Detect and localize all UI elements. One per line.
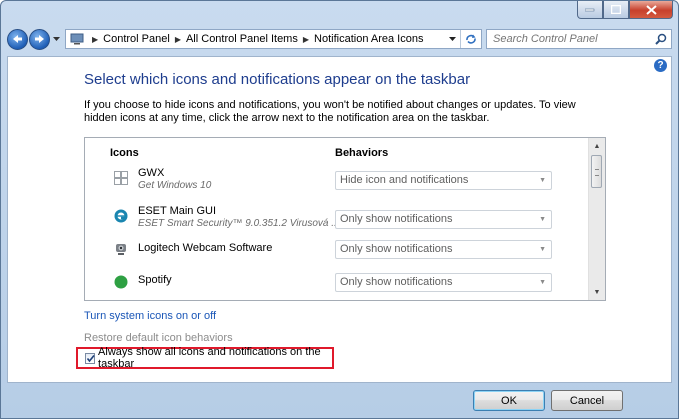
- navigation-bar: ▶ Control Panel ▶ All Control Panel Item…: [7, 26, 672, 52]
- list-header: Icons Behaviors: [85, 138, 590, 159]
- help-icon[interactable]: ?: [654, 59, 667, 72]
- behavior-select[interactable]: Hide icon and notifications ▼: [335, 171, 552, 190]
- list-scrollbar[interactable]: ▲ ▼: [588, 138, 605, 300]
- chevron-down-icon: [52, 37, 60, 41]
- control-panel-icon: [70, 33, 84, 45]
- behavior-select-value: Hide icon and notifications: [340, 174, 469, 186]
- refresh-icon: [466, 34, 476, 44]
- breadcrumb-notification-area-icons[interactable]: Notification Area Icons: [314, 33, 423, 45]
- list-item: Spotify Only show notifications ▼: [85, 272, 590, 300]
- app-name: ESET Main GUI: [138, 205, 217, 217]
- chevron-down-icon: ▼: [539, 177, 546, 184]
- list-item: ESET Main GUI ESET Smart Security™ 9.0.3…: [85, 202, 590, 238]
- behavior-select[interactable]: Only show notifications ▼: [335, 210, 552, 229]
- dialog-footer: OK Cancel: [7, 386, 672, 411]
- control-panel-window: ▶ Control Panel ▶ All Control Panel Item…: [0, 0, 679, 419]
- app-description: Get Windows 10: [138, 180, 212, 191]
- always-show-checkbox[interactable]: [85, 352, 96, 364]
- chevron-down-icon: ▼: [539, 216, 546, 223]
- scrollbar-thumb[interactable]: [591, 155, 602, 188]
- address-bar[interactable]: ▶ Control Panel ▶ All Control Panel Item…: [65, 29, 482, 49]
- back-button[interactable]: [7, 28, 28, 50]
- refresh-button[interactable]: [460, 30, 481, 48]
- behavior-select[interactable]: Only show notifications ▼: [335, 240, 552, 259]
- address-bar-controls: [444, 30, 481, 48]
- behavior-select[interactable]: Only show notifications ▼: [335, 273, 552, 292]
- spotify-icon: [113, 274, 129, 290]
- breadcrumb-separator-icon: ▶: [302, 34, 310, 44]
- maximize-button[interactable]: [603, 1, 629, 19]
- forward-button[interactable]: [29, 28, 50, 50]
- back-arrow-icon: [13, 35, 22, 43]
- breadcrumb-all-items[interactable]: All Control Panel Items: [186, 33, 298, 45]
- list-item: GWX Get Windows 10 Hide icon and notific…: [85, 164, 590, 200]
- recent-pages-dropdown[interactable]: [51, 37, 61, 41]
- windows-logo-icon: [113, 170, 129, 186]
- breadcrumb-separator-icon: ▶: [92, 34, 99, 44]
- icons-column-header: Icons: [110, 147, 139, 159]
- eset-icon: [113, 208, 129, 224]
- close-button[interactable]: [629, 1, 673, 19]
- app-name: Spotify: [138, 274, 172, 286]
- behavior-select-value: Only show notifications: [340, 213, 453, 225]
- minimize-button[interactable]: [577, 1, 603, 19]
- list-item: Logitech Webcam Software Only show notif…: [85, 240, 590, 276]
- turn-system-icons-link[interactable]: Turn system icons on or off: [84, 310, 216, 322]
- page-title: Select which icons and notifications app…: [84, 71, 471, 88]
- checkmark-icon: [86, 354, 95, 362]
- always-show-checkbox-row[interactable]: Always show all icons and notifications …: [76, 346, 334, 370]
- search-input[interactable]: [487, 32, 655, 46]
- cancel-button[interactable]: Cancel: [551, 390, 623, 411]
- address-dropdown-button[interactable]: [444, 37, 460, 41]
- breadcrumb-separator-icon: ▶: [174, 34, 181, 44]
- scroll-up-arrow-icon[interactable]: ▲: [589, 138, 605, 154]
- maximize-icon: [611, 5, 621, 14]
- minimize-icon: [585, 8, 595, 11]
- caption-buttons: [577, 1, 673, 19]
- search-box: [486, 29, 672, 49]
- behavior-select-value: Only show notifications: [340, 243, 453, 255]
- app-name: Logitech Webcam Software: [138, 242, 273, 254]
- title-bar: [1, 1, 678, 23]
- chevron-down-icon: ▼: [539, 246, 546, 253]
- chevron-down-icon: ▼: [539, 279, 546, 286]
- app-description: ESET Smart Security™ 9.0.351.2 Virusová …: [138, 218, 340, 229]
- content-pane: ? Select which icons and notifications a…: [7, 56, 672, 383]
- scroll-down-arrow-icon[interactable]: ▼: [589, 284, 605, 300]
- breadcrumb-control-panel[interactable]: Control Panel: [103, 33, 170, 45]
- forward-arrow-icon: [35, 35, 44, 43]
- ok-button[interactable]: OK: [473, 390, 545, 411]
- close-icon: [645, 4, 657, 15]
- restore-defaults-link: Restore default icon behaviors: [84, 332, 233, 344]
- behaviors-column-header: Behaviors: [335, 147, 389, 159]
- chevron-down-icon: [448, 37, 456, 41]
- icons-list[interactable]: Icons Behaviors GWX Get Windows 10 Hide …: [84, 137, 606, 301]
- always-show-label[interactable]: Always show all icons and notifications …: [98, 346, 332, 370]
- webcam-icon: [113, 241, 129, 257]
- behavior-select-value: Only show notifications: [340, 276, 453, 288]
- app-name: GWX: [138, 167, 165, 179]
- grip-icon: [595, 169, 599, 176]
- page-description: If you choose to hide icons and notifica…: [84, 99, 576, 124]
- search-icon[interactable]: [655, 33, 667, 45]
